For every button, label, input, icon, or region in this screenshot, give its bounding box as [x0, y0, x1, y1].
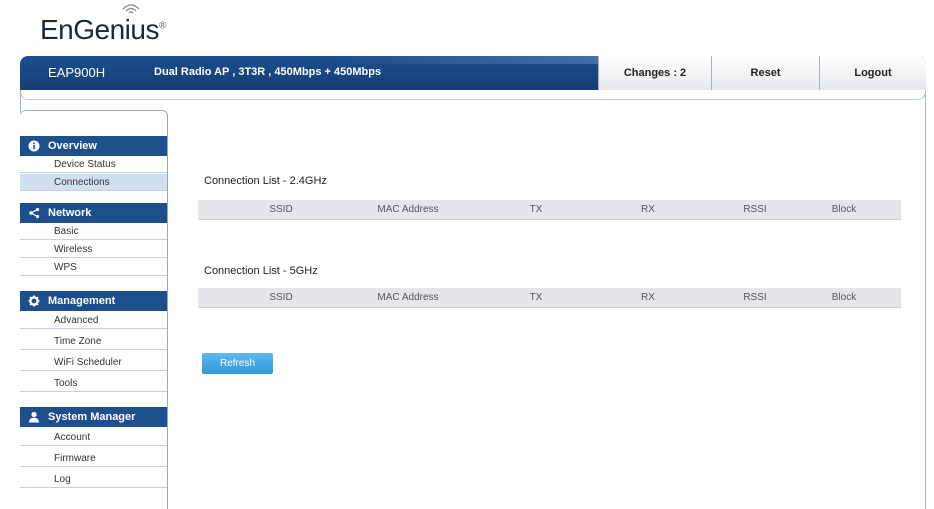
sidebar-item-account[interactable]: Account: [20, 429, 167, 446]
sidebar-section-label: Network: [48, 207, 92, 219]
column-header-tx[interactable]: TX: [506, 288, 566, 308]
connection-list-24ghz-title: Connection List - 2.4GHz: [204, 175, 327, 187]
sidebar-section-network[interactable]: Network: [20, 203, 167, 223]
gear-icon: [28, 295, 40, 307]
logo-text: EnGenius: [40, 14, 159, 45]
refresh-button[interactable]: Refresh: [202, 353, 273, 374]
sidebar-item-firmware[interactable]: Firmware: [20, 450, 167, 467]
column-header-rssi[interactable]: RSSI: [725, 288, 785, 308]
changes-button[interactable]: Changes : 2: [598, 56, 711, 90]
share-icon: [28, 207, 40, 219]
column-header-tx[interactable]: TX: [506, 200, 566, 220]
sidebar-item-time-zone[interactable]: Time Zone: [20, 333, 167, 350]
reset-button[interactable]: Reset: [711, 56, 819, 90]
engenius-logo[interactable]: EnGenius®: [40, 14, 166, 46]
logo-registered-mark: ®: [158, 20, 166, 32]
sidebar-item-advanced[interactable]: Advanced: [20, 312, 167, 329]
connection-table-5ghz-header: SSID MAC Address TX RX RSSI Block: [198, 288, 901, 308]
column-header-block[interactable]: Block: [814, 200, 874, 220]
info-icon: [28, 140, 40, 152]
connection-list-5ghz-title: Connection List - 5GHz: [204, 265, 318, 277]
sidebar-item-wps[interactable]: WPS: [20, 259, 167, 276]
column-header-rx[interactable]: RX: [618, 288, 678, 308]
sidebar-section-label: Management: [48, 295, 116, 307]
logout-button[interactable]: Logout: [819, 56, 926, 90]
user-icon: [28, 411, 40, 423]
logo-area: EnGenius®: [0, 0, 934, 56]
column-header-ssid[interactable]: SSID: [236, 200, 326, 220]
column-header-rssi[interactable]: RSSI: [725, 200, 785, 220]
top-bar: EAP900H Dual Radio AP , 3T3R , 450Mbps +…: [20, 56, 926, 90]
sidebar: Overview Device Status Connections Netwo…: [20, 110, 168, 509]
sidebar-section-management[interactable]: Management: [20, 291, 167, 311]
device-description: Dual Radio AP , 3T3R , 450Mbps + 450Mbps: [154, 66, 382, 78]
column-header-mac-address[interactable]: MAC Address: [348, 288, 468, 308]
column-header-block[interactable]: Block: [814, 288, 874, 308]
sidebar-section-system-manager[interactable]: System Manager: [20, 407, 167, 427]
column-header-ssid[interactable]: SSID: [236, 288, 326, 308]
sidebar-item-log[interactable]: Log: [20, 471, 167, 488]
sidebar-section-label: Overview: [48, 140, 97, 152]
sidebar-section-label: System Manager: [48, 411, 136, 423]
column-header-mac-address[interactable]: MAC Address: [348, 200, 468, 220]
page: EnGenius® EAP900H Dual Radio AP , 3T3R ,…: [0, 0, 934, 509]
sidebar-item-device-status[interactable]: Device Status: [20, 156, 167, 173]
sidebar-item-wireless[interactable]: Wireless: [20, 241, 167, 258]
sidebar-item-connections[interactable]: Connections: [20, 174, 167, 191]
column-header-rx[interactable]: RX: [618, 200, 678, 220]
connection-table-24ghz-header: SSID MAC Address TX RX RSSI Block: [198, 200, 901, 220]
sidebar-item-basic[interactable]: Basic: [20, 223, 167, 240]
model-name: EAP900H: [48, 65, 106, 80]
sidebar-section-overview[interactable]: Overview: [20, 136, 167, 156]
content-frame-top: [20, 90, 926, 100]
sidebar-item-wifi-scheduler[interactable]: WiFi Scheduler: [20, 354, 167, 371]
sidebar-item-tools[interactable]: Tools: [20, 375, 167, 392]
